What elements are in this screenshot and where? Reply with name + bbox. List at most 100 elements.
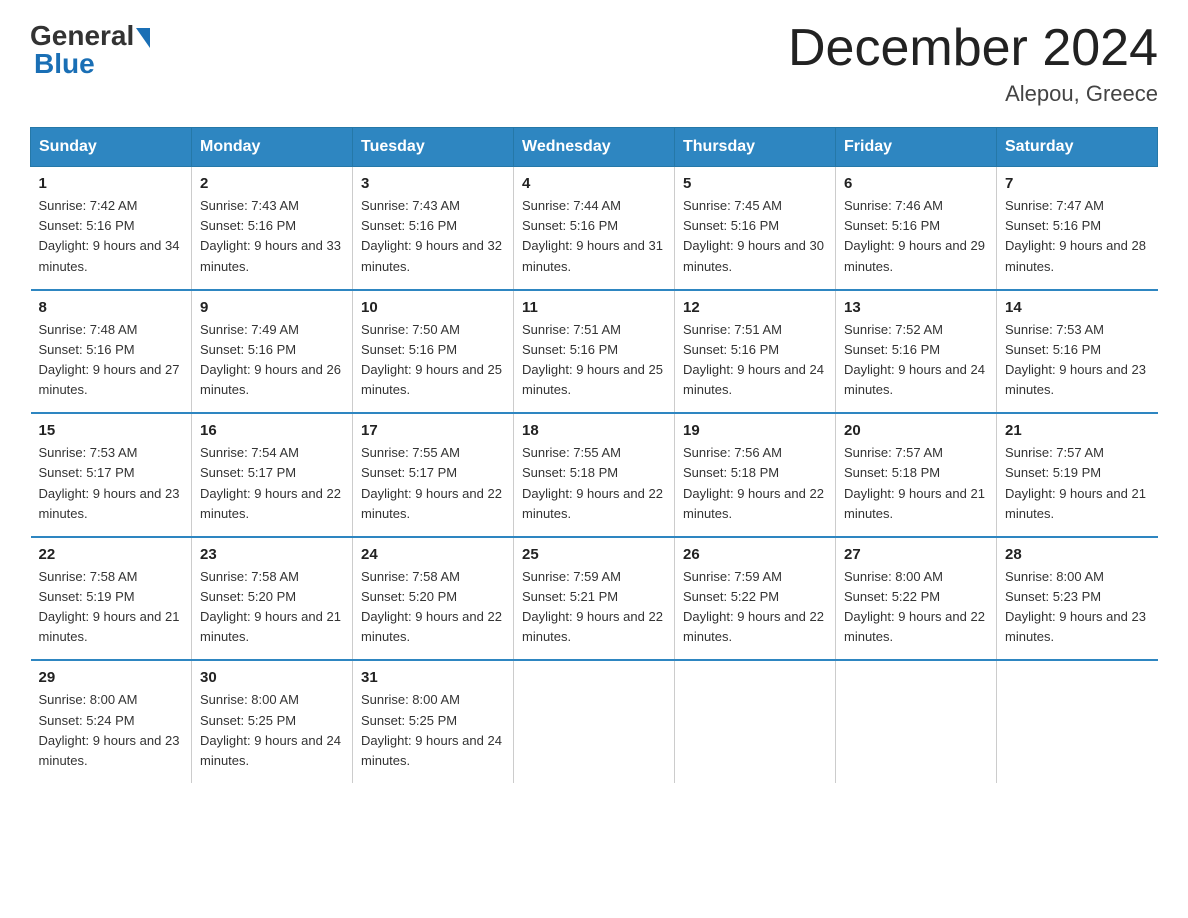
location: Alepou, Greece: [788, 81, 1158, 107]
day-number: 18: [522, 422, 666, 439]
table-row: 30 Sunrise: 8:00 AM Sunset: 5:25 PM Dayl…: [192, 660, 353, 783]
day-number: 15: [39, 422, 184, 439]
calendar-table: Sunday Monday Tuesday Wednesday Thursday…: [30, 127, 1158, 783]
table-row: 17 Sunrise: 7:55 AM Sunset: 5:17 PM Dayl…: [353, 413, 514, 537]
day-info: Sunrise: 7:42 AM Sunset: 5:16 PM Dayligh…: [39, 196, 184, 277]
day-number: 10: [361, 299, 505, 316]
day-info: Sunrise: 7:44 AM Sunset: 5:16 PM Dayligh…: [522, 196, 666, 277]
calendar-week-row: 29 Sunrise: 8:00 AM Sunset: 5:24 PM Dayl…: [31, 660, 1158, 783]
col-thursday: Thursday: [675, 128, 836, 167]
day-info: Sunrise: 7:57 AM Sunset: 5:19 PM Dayligh…: [1005, 443, 1150, 524]
calendar-week-row: 15 Sunrise: 7:53 AM Sunset: 5:17 PM Dayl…: [31, 413, 1158, 537]
day-info: Sunrise: 7:47 AM Sunset: 5:16 PM Dayligh…: [1005, 196, 1150, 277]
day-number: 6: [844, 175, 988, 192]
table-row: 29 Sunrise: 8:00 AM Sunset: 5:24 PM Dayl…: [31, 660, 192, 783]
day-number: 20: [844, 422, 988, 439]
day-info: Sunrise: 7:49 AM Sunset: 5:16 PM Dayligh…: [200, 320, 344, 401]
day-info: Sunrise: 8:00 AM Sunset: 5:23 PM Dayligh…: [1005, 567, 1150, 648]
day-info: Sunrise: 7:54 AM Sunset: 5:17 PM Dayligh…: [200, 443, 344, 524]
day-number: 30: [200, 669, 344, 686]
table-row: 2 Sunrise: 7:43 AM Sunset: 5:16 PM Dayli…: [192, 167, 353, 290]
day-number: 31: [361, 669, 505, 686]
col-tuesday: Tuesday: [353, 128, 514, 167]
day-info: Sunrise: 7:43 AM Sunset: 5:16 PM Dayligh…: [200, 196, 344, 277]
calendar-week-row: 1 Sunrise: 7:42 AM Sunset: 5:16 PM Dayli…: [31, 167, 1158, 290]
day-info: Sunrise: 7:46 AM Sunset: 5:16 PM Dayligh…: [844, 196, 988, 277]
col-friday: Friday: [836, 128, 997, 167]
day-number: 24: [361, 546, 505, 563]
col-sunday: Sunday: [31, 128, 192, 167]
day-number: 28: [1005, 546, 1150, 563]
day-info: Sunrise: 7:59 AM Sunset: 5:22 PM Dayligh…: [683, 567, 827, 648]
table-row: 18 Sunrise: 7:55 AM Sunset: 5:18 PM Dayl…: [514, 413, 675, 537]
col-wednesday: Wednesday: [514, 128, 675, 167]
day-info: Sunrise: 7:56 AM Sunset: 5:18 PM Dayligh…: [683, 443, 827, 524]
table-row: 11 Sunrise: 7:51 AM Sunset: 5:16 PM Dayl…: [514, 290, 675, 414]
table-row: 6 Sunrise: 7:46 AM Sunset: 5:16 PM Dayli…: [836, 167, 997, 290]
day-info: Sunrise: 7:58 AM Sunset: 5:19 PM Dayligh…: [39, 567, 184, 648]
day-info: Sunrise: 7:57 AM Sunset: 5:18 PM Dayligh…: [844, 443, 988, 524]
day-info: Sunrise: 7:45 AM Sunset: 5:16 PM Dayligh…: [683, 196, 827, 277]
day-info: Sunrise: 7:52 AM Sunset: 5:16 PM Dayligh…: [844, 320, 988, 401]
table-row: 25 Sunrise: 7:59 AM Sunset: 5:21 PM Dayl…: [514, 537, 675, 661]
day-number: 12: [683, 299, 827, 316]
day-info: Sunrise: 7:43 AM Sunset: 5:16 PM Dayligh…: [361, 196, 505, 277]
col-monday: Monday: [192, 128, 353, 167]
day-info: Sunrise: 7:51 AM Sunset: 5:16 PM Dayligh…: [522, 320, 666, 401]
day-info: Sunrise: 7:55 AM Sunset: 5:18 PM Dayligh…: [522, 443, 666, 524]
calendar-header-row: Sunday Monday Tuesday Wednesday Thursday…: [31, 128, 1158, 167]
table-row: [514, 660, 675, 783]
table-row: 27 Sunrise: 8:00 AM Sunset: 5:22 PM Dayl…: [836, 537, 997, 661]
table-row: 10 Sunrise: 7:50 AM Sunset: 5:16 PM Dayl…: [353, 290, 514, 414]
day-number: 29: [39, 669, 184, 686]
day-number: 9: [200, 299, 344, 316]
table-row: 23 Sunrise: 7:58 AM Sunset: 5:20 PM Dayl…: [192, 537, 353, 661]
table-row: 14 Sunrise: 7:53 AM Sunset: 5:16 PM Dayl…: [997, 290, 1158, 414]
day-number: 5: [683, 175, 827, 192]
table-row: 9 Sunrise: 7:49 AM Sunset: 5:16 PM Dayli…: [192, 290, 353, 414]
day-info: Sunrise: 7:59 AM Sunset: 5:21 PM Dayligh…: [522, 567, 666, 648]
table-row: 28 Sunrise: 8:00 AM Sunset: 5:23 PM Dayl…: [997, 537, 1158, 661]
day-info: Sunrise: 7:48 AM Sunset: 5:16 PM Dayligh…: [39, 320, 184, 401]
day-number: 4: [522, 175, 666, 192]
table-row: 26 Sunrise: 7:59 AM Sunset: 5:22 PM Dayl…: [675, 537, 836, 661]
logo-blue-text: Blue: [30, 48, 95, 80]
table-row: 5 Sunrise: 7:45 AM Sunset: 5:16 PM Dayli…: [675, 167, 836, 290]
table-row: [836, 660, 997, 783]
day-info: Sunrise: 8:00 AM Sunset: 5:25 PM Dayligh…: [361, 690, 505, 771]
table-row: 22 Sunrise: 7:58 AM Sunset: 5:19 PM Dayl…: [31, 537, 192, 661]
table-row: 4 Sunrise: 7:44 AM Sunset: 5:16 PM Dayli…: [514, 167, 675, 290]
day-number: 26: [683, 546, 827, 563]
table-row: 16 Sunrise: 7:54 AM Sunset: 5:17 PM Dayl…: [192, 413, 353, 537]
day-info: Sunrise: 7:58 AM Sunset: 5:20 PM Dayligh…: [200, 567, 344, 648]
logo-arrow-icon: [136, 28, 150, 48]
table-row: 13 Sunrise: 7:52 AM Sunset: 5:16 PM Dayl…: [836, 290, 997, 414]
table-row: 8 Sunrise: 7:48 AM Sunset: 5:16 PM Dayli…: [31, 290, 192, 414]
calendar-week-row: 8 Sunrise: 7:48 AM Sunset: 5:16 PM Dayli…: [31, 290, 1158, 414]
day-number: 3: [361, 175, 505, 192]
table-row: [675, 660, 836, 783]
table-row: 24 Sunrise: 7:58 AM Sunset: 5:20 PM Dayl…: [353, 537, 514, 661]
day-info: Sunrise: 7:53 AM Sunset: 5:16 PM Dayligh…: [1005, 320, 1150, 401]
day-number: 14: [1005, 299, 1150, 316]
day-info: Sunrise: 8:00 AM Sunset: 5:24 PM Dayligh…: [39, 690, 184, 771]
day-number: 25: [522, 546, 666, 563]
table-row: 20 Sunrise: 7:57 AM Sunset: 5:18 PM Dayl…: [836, 413, 997, 537]
table-row: 21 Sunrise: 7:57 AM Sunset: 5:19 PM Dayl…: [997, 413, 1158, 537]
day-number: 1: [39, 175, 184, 192]
day-number: 22: [39, 546, 184, 563]
day-info: Sunrise: 7:55 AM Sunset: 5:17 PM Dayligh…: [361, 443, 505, 524]
day-info: Sunrise: 7:53 AM Sunset: 5:17 PM Dayligh…: [39, 443, 184, 524]
day-info: Sunrise: 8:00 AM Sunset: 5:22 PM Dayligh…: [844, 567, 988, 648]
day-number: 19: [683, 422, 827, 439]
table-row: 31 Sunrise: 8:00 AM Sunset: 5:25 PM Dayl…: [353, 660, 514, 783]
table-row: 12 Sunrise: 7:51 AM Sunset: 5:16 PM Dayl…: [675, 290, 836, 414]
day-number: 11: [522, 299, 666, 316]
table-row: 19 Sunrise: 7:56 AM Sunset: 5:18 PM Dayl…: [675, 413, 836, 537]
table-row: 3 Sunrise: 7:43 AM Sunset: 5:16 PM Dayli…: [353, 167, 514, 290]
table-row: [997, 660, 1158, 783]
day-info: Sunrise: 7:50 AM Sunset: 5:16 PM Dayligh…: [361, 320, 505, 401]
day-number: 27: [844, 546, 988, 563]
calendar-week-row: 22 Sunrise: 7:58 AM Sunset: 5:19 PM Dayl…: [31, 537, 1158, 661]
day-info: Sunrise: 7:51 AM Sunset: 5:16 PM Dayligh…: [683, 320, 827, 401]
